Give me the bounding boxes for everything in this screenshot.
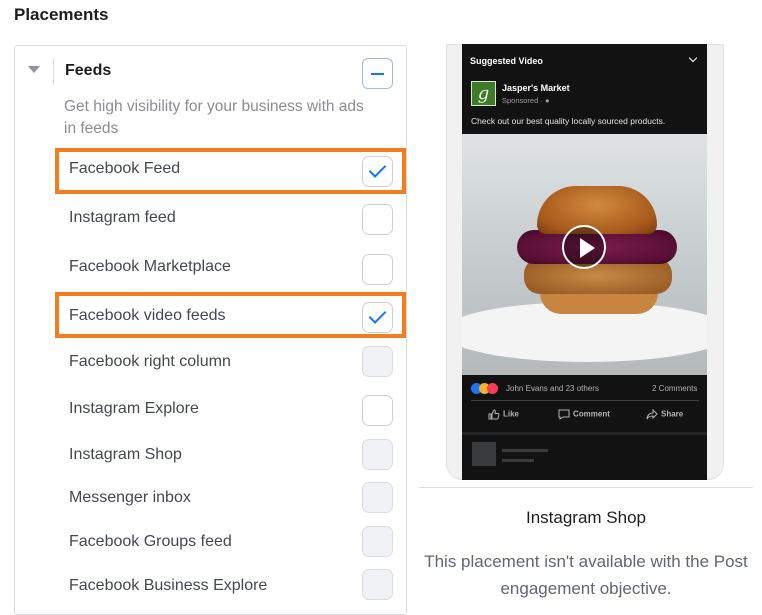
post-text: Check out our best quality locally sourc… xyxy=(471,116,666,126)
play-icon xyxy=(562,225,606,269)
placement-checkbox-instagram-feed[interactable] xyxy=(362,204,393,235)
comment-icon xyxy=(558,409,570,420)
placement-checkbox-messenger-inbox xyxy=(362,482,393,513)
suggested-video-header: Suggested Video xyxy=(470,56,543,66)
placement-checkbox-facebook-marketplace[interactable] xyxy=(362,254,393,285)
placement-checkbox-facebook-business-explore xyxy=(362,569,393,600)
reactions-summary: John Evans and 23 others xyxy=(506,384,599,393)
placement-checkbox-facebook-video-feeds[interactable] xyxy=(362,302,393,333)
sponsored-label: Sponsored · ● xyxy=(502,96,550,105)
feeds-section-title: Feeds xyxy=(65,62,112,79)
placement-checkbox-instagram-shop xyxy=(362,439,393,470)
feeds-select-all-checkbox[interactable] xyxy=(362,58,393,89)
placement-label-messenger-inbox: Messenger inbox xyxy=(69,489,191,506)
placement-label-instagram-shop: Instagram Shop xyxy=(69,446,182,463)
text-placeholder xyxy=(502,449,548,452)
placement-checkbox-facebook-groups-feed xyxy=(362,526,393,557)
comment-action: Comment xyxy=(558,409,610,420)
reaction-icons xyxy=(471,383,505,395)
divider xyxy=(419,487,753,488)
placement-label-facebook-feed: Facebook Feed xyxy=(69,160,181,177)
share-icon xyxy=(646,408,658,420)
placement-label-facebook-groups-feed: Facebook Groups feed xyxy=(69,533,232,550)
like-action: Like xyxy=(488,409,519,420)
divider xyxy=(471,400,699,401)
thumbs-up-icon xyxy=(488,409,500,420)
placement-preview-title: Instagram Shop xyxy=(525,508,646,527)
divider xyxy=(53,58,54,84)
globe-icon: ● xyxy=(544,96,550,105)
placement-unavailable-note: This placement isn't available with the … xyxy=(424,552,748,598)
avatar-placeholder xyxy=(472,442,496,466)
page-title: Placements xyxy=(14,5,109,24)
placement-label-facebook-business-explore: Facebook Business Explore xyxy=(69,577,268,594)
placement-label-instagram-feed: Instagram feed xyxy=(69,209,176,226)
placement-checkbox-instagram-explore[interactable] xyxy=(362,395,393,426)
placement-checkbox-facebook-right-column xyxy=(362,346,393,377)
text-placeholder xyxy=(502,459,534,462)
placement-checkbox-facebook-feed[interactable] xyxy=(362,156,393,187)
placement-label-facebook-right-column: Facebook right column xyxy=(69,353,231,370)
feeds-description: Get high visibility for your business wi… xyxy=(64,98,364,137)
placement-label-instagram-explore: Instagram Explore xyxy=(69,400,199,417)
placement-label-facebook-marketplace: Facebook Marketplace xyxy=(69,258,231,275)
love-reaction-icon xyxy=(487,383,498,394)
divider xyxy=(462,432,707,435)
page-name: Jasper's Market xyxy=(502,83,570,93)
share-action: Share xyxy=(646,408,683,420)
page-logo: g xyxy=(471,81,496,106)
collapse-caret-icon[interactable] xyxy=(28,66,40,73)
comments-count: 2 Comments xyxy=(652,384,698,393)
placement-label-facebook-video-feeds: Facebook video feeds xyxy=(69,307,226,324)
